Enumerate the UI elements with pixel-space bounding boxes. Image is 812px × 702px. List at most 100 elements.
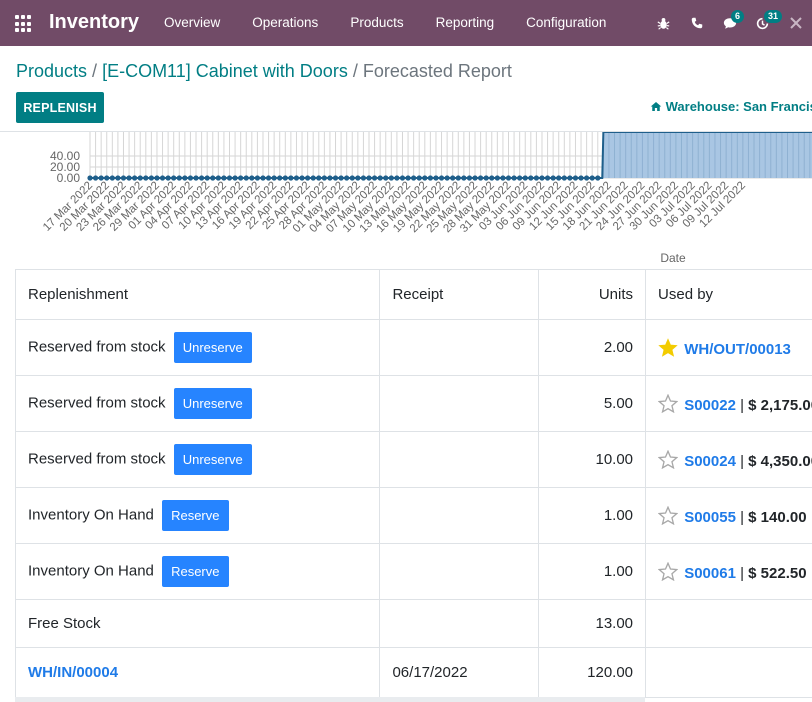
units-cell: 1.00 xyxy=(538,543,647,600)
breadcrumb-products[interactable]: Products xyxy=(16,61,87,81)
table-row: Reserved from stock Unreserve 5.00 S00022… xyxy=(14,375,812,432)
used-by-link[interactable]: S00061 xyxy=(684,565,736,582)
table-row: Reserved from stock Unreserve 10.00 S0002… xyxy=(14,431,812,488)
chart-data-point xyxy=(355,175,361,181)
reserve-button[interactable]: Reserve xyxy=(162,556,229,587)
receipt-cell xyxy=(379,543,540,600)
menu-configuration[interactable]: Configuration xyxy=(510,0,622,46)
warehouse-filter[interactable]: Warehouse: San Francisco xyxy=(650,99,812,114)
chart-data-point xyxy=(411,175,417,181)
used-by-link[interactable]: S00022 xyxy=(684,397,736,414)
reserve-button[interactable]: Reserve xyxy=(162,500,229,531)
chart-data-point xyxy=(193,175,199,181)
table-row: Reserved from stock Unreserve 2.00 WH/OUT… xyxy=(14,319,812,376)
receipt-cell xyxy=(379,375,540,432)
close-icon[interactable] xyxy=(779,0,812,46)
incoming-receipt-row: WH/IN/00004 06/17/2022 120.00 xyxy=(14,647,812,698)
replenishment-cell: Reserved from stock Unreserve xyxy=(14,375,381,432)
star-filled-icon[interactable] xyxy=(658,337,678,357)
chart-data-point xyxy=(572,175,579,181)
header-receipt: Receipt xyxy=(379,269,540,320)
chart-data-point xyxy=(254,175,260,181)
unreserve-button[interactable]: Unreserve xyxy=(173,332,252,363)
chart-data-point xyxy=(494,175,500,181)
units-cell: 10.00 xyxy=(538,431,647,488)
used-by-link[interactable]: S00055 xyxy=(684,509,736,526)
replenishment-cell: WH/IN/00004 xyxy=(14,647,381,698)
header-used-by: Used by xyxy=(645,269,812,320)
chart-data-point xyxy=(293,175,300,181)
activities-icon[interactable]: 31 xyxy=(746,0,783,46)
star-outline-icon[interactable] xyxy=(658,561,679,581)
chart-data-point xyxy=(176,175,182,181)
chart-data-point xyxy=(243,175,249,181)
replenishment-cell: Inventory On Hand Reserve xyxy=(14,487,381,544)
chart-data-point xyxy=(137,175,143,181)
chart-data-point xyxy=(595,175,601,181)
replenish-button[interactable]: REPLENISH xyxy=(16,92,104,123)
used-by-cell: WH/OUT/00013 xyxy=(645,319,812,376)
chart-data-point xyxy=(438,175,445,181)
phone-icon[interactable] xyxy=(680,0,713,46)
table-body: Reserved from stock Unreserve 2.00 WH/OUT… xyxy=(14,319,812,698)
used-by-link[interactable]: WH/OUT/00013 xyxy=(684,341,791,358)
chart-data-point xyxy=(92,175,99,181)
used-by-separator: | xyxy=(735,396,749,414)
chart-data-point xyxy=(154,175,160,181)
chart-data-point xyxy=(461,175,467,181)
used-by-link[interactable]: S00024 xyxy=(684,453,736,470)
debug-icon[interactable] xyxy=(647,0,680,46)
header-units: Units xyxy=(538,269,647,320)
chart-data-point xyxy=(405,175,411,181)
receipt-link[interactable]: WH/IN/00004 xyxy=(28,664,118,681)
star-outline-icon[interactable] xyxy=(658,505,679,525)
chart-data-point xyxy=(377,175,383,181)
chart-data-point xyxy=(310,175,316,181)
apps-menu-icon[interactable] xyxy=(15,15,33,33)
star-outline-icon[interactable] xyxy=(658,449,679,469)
chart-data-point xyxy=(210,175,216,181)
chart-data-point xyxy=(578,175,584,181)
menu-products[interactable]: Products xyxy=(334,0,419,46)
chart-data-point xyxy=(478,175,484,181)
horizontal-scrollbar[interactable] xyxy=(15,697,645,702)
forecast-chart-svg: 0.0020.0040.0017 Mar 202220 Mar 202223 M… xyxy=(41,132,812,265)
unreserve-button[interactable]: Unreserve xyxy=(173,388,252,419)
chart-data-point xyxy=(511,175,517,181)
chart-data-point xyxy=(204,175,210,181)
menu-operations[interactable]: Operations xyxy=(236,0,334,46)
replenishment-label: Inventory On Hand xyxy=(28,506,154,524)
y-tick-label: 40.00 xyxy=(50,149,80,163)
forecast-table: Replenishment Receipt Units Used by Rese… xyxy=(14,269,812,698)
chart-data-point xyxy=(371,175,378,181)
receipt-cell xyxy=(379,431,540,488)
star-outline-icon[interactable] xyxy=(658,393,679,413)
units-cell: 1.00 xyxy=(538,487,647,544)
used-by-cell: S00022 | $ 2,175.00 xyxy=(645,375,812,432)
unreserve-button[interactable]: Unreserve xyxy=(173,444,252,475)
main-menu: Overview Operations Products Reporting C… xyxy=(148,0,622,46)
used-by-amount: $ 2,175.00 xyxy=(748,396,812,414)
menu-overview[interactable]: Overview xyxy=(148,0,236,46)
chart-data-point xyxy=(305,175,311,181)
breadcrumb: Products / [E-COM11] Cabinet with Doors … xyxy=(16,61,512,82)
breadcrumb-current: Forecasted Report xyxy=(362,61,512,81)
chart-data-point xyxy=(109,175,115,181)
app-title[interactable]: Inventory xyxy=(49,11,139,34)
used-by-amount: $ 4,350.00 xyxy=(748,452,812,470)
chart-data-point xyxy=(472,175,478,181)
breadcrumb-product[interactable]: [E-COM11] Cabinet with Doors xyxy=(102,61,348,81)
chart-data-point xyxy=(505,175,512,181)
systray: 6 31 xyxy=(647,0,812,46)
menu-reporting[interactable]: Reporting xyxy=(420,0,511,46)
breadcrumb-separator: / xyxy=(347,61,363,81)
chart-data-point xyxy=(388,175,394,181)
table-row: Inventory On Hand Reserve 1.00 S00055 | $… xyxy=(14,487,812,544)
warehouse-label: Warehouse: San Francisco xyxy=(665,99,812,114)
messages-badge: 6 xyxy=(731,10,745,23)
used-by-cell: S00061 | $ 522.50 xyxy=(645,543,812,600)
chart-data-point xyxy=(277,175,283,181)
home-icon xyxy=(650,102,662,111)
table-header-row: Replenishment Receipt Units Used by xyxy=(14,269,812,320)
messages-icon[interactable]: 6 xyxy=(713,0,746,46)
